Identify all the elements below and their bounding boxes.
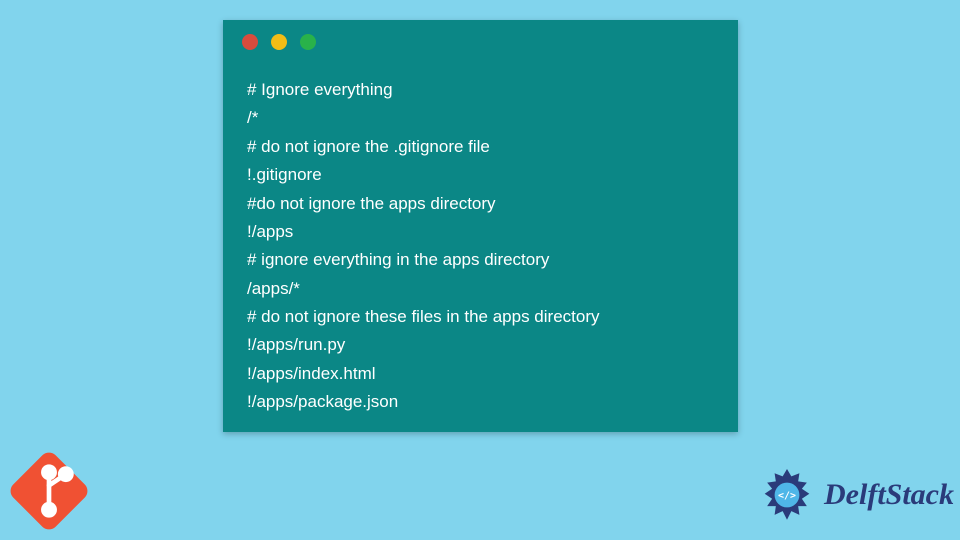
maximize-icon[interactable] <box>300 34 316 50</box>
code-line: # do not ignore these files in the apps … <box>247 303 714 331</box>
delftstack-badge-icon: </> <box>756 464 818 526</box>
code-block: # Ignore everything /* # do not ignore t… <box>223 58 738 427</box>
code-line: !/apps <box>247 218 714 246</box>
code-line: #do not ignore the apps directory <box>247 190 714 218</box>
git-icon <box>6 448 92 534</box>
delftstack-logo: </> DelftStack <box>756 464 954 526</box>
close-icon[interactable] <box>242 34 258 50</box>
code-line: # ignore everything in the apps director… <box>247 246 714 274</box>
code-line: !/apps/index.html <box>247 360 714 388</box>
window-traffic-lights <box>223 20 738 58</box>
svg-text:</>: </> <box>778 491 796 502</box>
code-line: !/apps/package.json <box>247 388 714 416</box>
code-line: # Ignore everything <box>247 76 714 104</box>
code-line: /* <box>247 104 714 132</box>
code-window: # Ignore everything /* # do not ignore t… <box>223 20 738 432</box>
minimize-icon[interactable] <box>271 34 287 50</box>
code-line: /apps/* <box>247 275 714 303</box>
delftstack-label: DelftStack <box>824 478 954 512</box>
code-line: !.gitignore <box>247 161 714 189</box>
code-line: # do not ignore the .gitignore file <box>247 133 714 161</box>
code-line: !/apps/run.py <box>247 331 714 359</box>
